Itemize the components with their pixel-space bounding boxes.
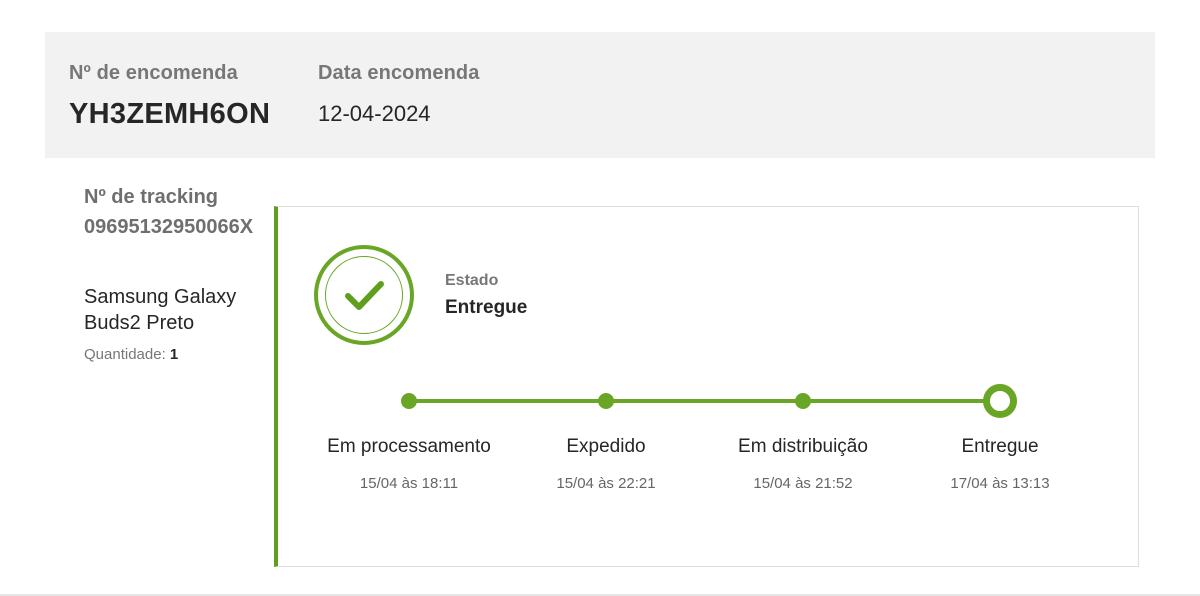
- timeline-step-label: Em distribuição: [738, 436, 868, 457]
- order-date-block: Data encomenda 12-04-2024: [318, 62, 479, 127]
- timeline-step-time: 15/04 às 18:11: [359, 475, 459, 492]
- tracking-label: Nº de tracking: [84, 186, 219, 208]
- product-quantity: Quantidade: 1: [84, 346, 178, 363]
- quantity-label: Quantidade:: [84, 346, 166, 363]
- quantity-value: 1: [169, 346, 179, 363]
- delivery-status-card: Estado Entregue Em processamento 15/04 à…: [274, 206, 1139, 567]
- timeline-current-step-dot: [983, 384, 1017, 418]
- order-number-label: Nº de encomenda: [69, 62, 238, 84]
- delivery-timeline: Em processamento 15/04 às 18:11 Expedido…: [278, 207, 1138, 566]
- timeline-step-label: Expedido: [566, 436, 646, 457]
- timeline-step-time: 17/04 às 13:13: [950, 475, 1050, 492]
- tracking-number[interactable]: 09695132950066X: [84, 216, 253, 239]
- timeline-step-label: Em processamento: [327, 436, 491, 457]
- order-date: 12-04-2024: [318, 101, 431, 126]
- timeline-step-dot: [401, 393, 417, 409]
- timeline-step-time: 15/04 às 22:21: [556, 475, 656, 492]
- timeline-step-label: Entregue: [961, 436, 1039, 457]
- timeline-step-dot: [795, 393, 811, 409]
- order-number-block: Nº de encomenda YH3ZEMH6ON: [69, 62, 270, 131]
- order-number: YH3ZEMH6ON: [69, 98, 271, 130]
- timeline-step-time: 15/04 às 21:52: [753, 475, 853, 492]
- timeline-step-dot: [598, 393, 614, 409]
- timeline-progress-line: [409, 399, 1000, 403]
- product-name: Samsung Galaxy Buds2 Preto: [84, 286, 237, 334]
- order-header: Nº de encomenda YH3ZEMH6ON Data encomend…: [45, 32, 1155, 158]
- order-date-label: Data encomenda: [318, 62, 480, 84]
